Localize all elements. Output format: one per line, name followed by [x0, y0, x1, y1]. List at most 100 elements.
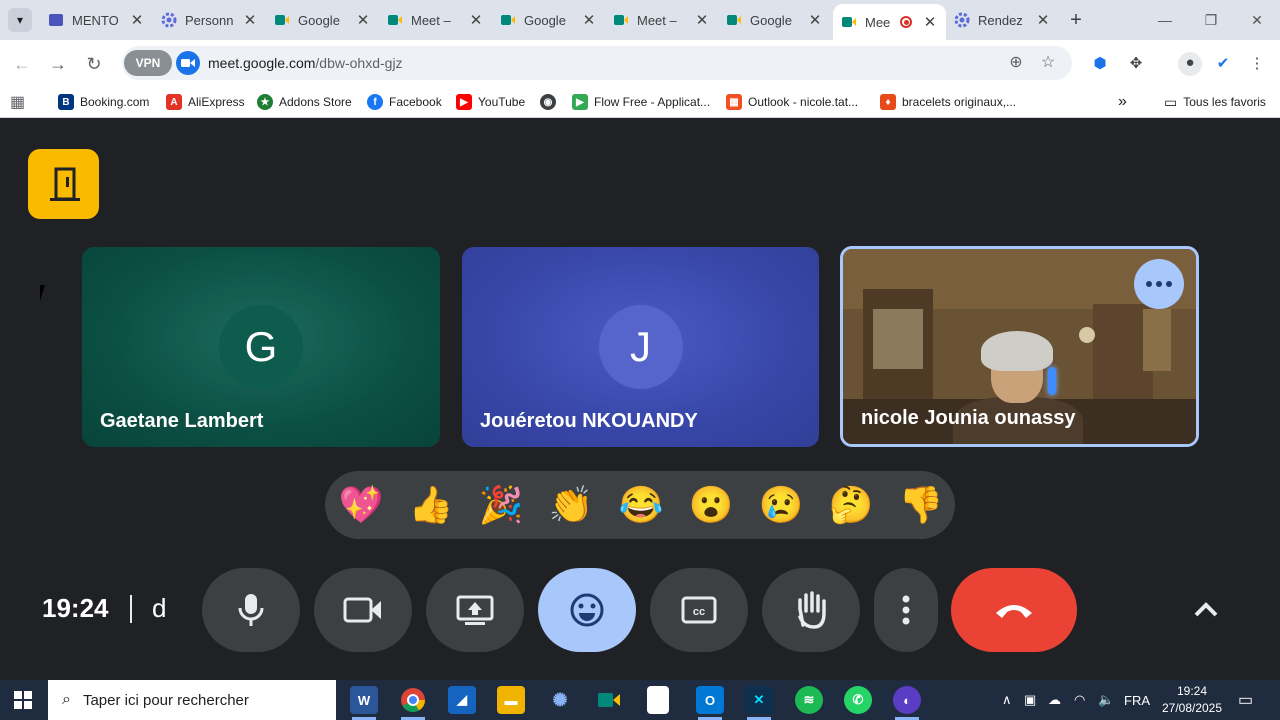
chevron-up-icon[interactable]: [1190, 597, 1222, 621]
tab-5[interactable]: Google ✕: [492, 4, 605, 36]
reaction-party[interactable]: 🎉: [477, 481, 525, 529]
spotify-icon[interactable]: ≋: [795, 686, 823, 714]
gear-icon[interactable]: ✺: [546, 686, 574, 714]
file-explorer-icon[interactable]: ▬: [497, 686, 525, 714]
bookmark-flow-free[interactable]: ▶ Flow Free - Applicat...: [572, 92, 710, 112]
close-icon[interactable]: ✕: [468, 11, 484, 29]
address-bar[interactable]: VPN meet.google.com/dbw-ohxd-gjz ⊕ ☆: [122, 46, 1072, 80]
tab-active-meet[interactable]: Mee ✕: [833, 4, 946, 40]
tab-search-chevron-icon[interactable]: ▾: [8, 8, 32, 32]
reaction-laugh[interactable]: 😂: [617, 481, 665, 529]
close-icon[interactable]: ✕: [694, 11, 710, 29]
forward-arrow-icon[interactable]: →: [46, 52, 70, 76]
vpn-badge[interactable]: VPN: [124, 50, 172, 76]
participant-tile-joueretou[interactable]: J Jouéretou NKOUANDY: [462, 247, 819, 447]
raise-hand-button[interactable]: [762, 568, 860, 652]
restore-icon[interactable]: ❐: [1188, 8, 1234, 32]
reaction-thumbs-up[interactable]: 👍: [407, 481, 455, 529]
all-bookmarks[interactable]: ▭ Tous les favoris: [1164, 92, 1266, 112]
bookmark-aliexpress[interactable]: A AliExpress: [166, 92, 245, 112]
notifications-icon[interactable]: ▭: [1238, 680, 1253, 720]
bookmark-addons-store[interactable]: ★ Addons Store: [257, 92, 352, 112]
tab-9[interactable]: Rendez ✕: [946, 4, 1059, 36]
meeting-clock: 19:24: [42, 593, 109, 623]
bookmark-booking[interactable]: B Booking.com: [58, 92, 149, 112]
reload-icon[interactable]: ↻: [82, 52, 106, 76]
document-icon[interactable]: [647, 686, 669, 714]
microphone-button[interactable]: [202, 568, 300, 652]
bookmark-youtube[interactable]: ▶ YouTube: [456, 92, 525, 112]
more-options-button[interactable]: [874, 568, 938, 652]
window-close-icon[interactable]: ✕: [1234, 8, 1280, 32]
reaction-thumbs-down[interactable]: 👎: [897, 481, 945, 529]
windows-start-icon[interactable]: [14, 691, 32, 709]
tab-4[interactable]: Meet – ✕: [379, 4, 492, 36]
headset-light: [1048, 367, 1056, 395]
word-icon[interactable]: W: [350, 686, 378, 720]
speaker-icon[interactable]: 🔈: [1098, 680, 1114, 720]
participant-name: nicole Jounia ounassy: [861, 407, 1076, 429]
extensions-icon[interactable]: ✥: [1125, 53, 1147, 75]
show-hidden-icons[interactable]: ∧: [1002, 680, 1012, 720]
capcut-icon[interactable]: ✕: [745, 686, 773, 720]
participant-tile-gaetane[interactable]: G Gaetane Lambert: [82, 247, 440, 447]
tab-title: Meet –: [637, 12, 677, 28]
leave-call-button[interactable]: [951, 568, 1077, 652]
browser-app-icon[interactable]: ◐: [893, 686, 921, 720]
close-icon[interactable]: ✕: [807, 11, 823, 29]
close-icon[interactable]: ✕: [581, 11, 597, 29]
close-icon[interactable]: ✕: [242, 11, 258, 29]
taskbar-search[interactable]: ⌕ Taper ici pour rechercher: [48, 680, 336, 720]
tab-1[interactable]: MENTO ✕: [40, 4, 153, 36]
more-options-button[interactable]: [1134, 259, 1184, 309]
tab-3[interactable]: Google ✕: [266, 4, 379, 36]
language-indicator[interactable]: FRA: [1124, 680, 1150, 720]
reaction-crying[interactable]: 😢: [757, 481, 805, 529]
system-clock[interactable]: 19:24 27/08/2025: [1152, 683, 1232, 717]
outlook-icon[interactable]: O: [696, 686, 724, 720]
close-icon[interactable]: ✕: [922, 13, 938, 31]
reaction-heart[interactable]: 💖: [337, 481, 385, 529]
close-icon[interactable]: ✕: [1035, 11, 1051, 29]
play-store-icon: ▶: [572, 94, 588, 110]
bookmark-globe[interactable]: ◉: [540, 92, 562, 112]
minimize-icon[interactable]: —: [1142, 8, 1188, 32]
close-icon[interactable]: ✕: [355, 11, 371, 29]
tab-7[interactable]: Google ✕: [718, 4, 831, 36]
cloud-icon[interactable]: ☁: [1048, 680, 1061, 720]
reaction-clap[interactable]: 👏: [547, 481, 595, 529]
whatsapp-icon[interactable]: ✆: [844, 686, 872, 714]
vpn-shield-icon[interactable]: ✔: [1212, 53, 1234, 75]
bookmark-outlook[interactable]: ▦ Outlook - nicole.tat...: [726, 92, 858, 112]
new-tab-button[interactable]: +: [1066, 8, 1086, 32]
tab-2[interactable]: Personn ✕: [153, 4, 266, 36]
star-icon[interactable]: ☆: [1038, 53, 1058, 73]
present-screen-button[interactable]: [426, 568, 524, 652]
close-icon[interactable]: ✕: [129, 11, 145, 29]
more-bookmarks-icon[interactable]: »: [1118, 92, 1127, 112]
tab-6[interactable]: Meet – ✕: [605, 4, 718, 36]
back-arrow-icon[interactable]: ←: [10, 52, 34, 76]
display-icon[interactable]: ▣: [1024, 680, 1036, 720]
bookmark-facebook[interactable]: f Facebook: [367, 92, 442, 112]
apps-grid-icon[interactable]: ▦: [10, 92, 25, 112]
shield-lock-icon[interactable]: ⬢: [1089, 53, 1111, 75]
reaction-thinking[interactable]: 🤔: [827, 481, 875, 529]
kebab-menu-icon[interactable]: ⋮: [1246, 53, 1268, 75]
camera-button[interactable]: [314, 568, 412, 652]
chrome-icon[interactable]: [399, 686, 427, 720]
wifi-icon[interactable]: ◠: [1074, 680, 1085, 720]
zoom-icon[interactable]: ⊕: [1006, 53, 1026, 73]
windows-taskbar: ⌕ Taper ici pour rechercher W ◢ ▬ ✺ O ✕ …: [0, 680, 1280, 720]
camera-icon[interactable]: [176, 51, 200, 75]
participant-tile-nicole[interactable]: nicole Jounia ounassy: [840, 246, 1199, 447]
stocks-app-icon[interactable]: ◢: [448, 686, 476, 714]
captions-button[interactable]: cc: [650, 568, 748, 652]
meet-icon[interactable]: [595, 686, 623, 714]
bookmark-bracelets[interactable]: ♦ bracelets originaux,...: [880, 92, 1016, 112]
reaction-surprised[interactable]: 😮: [687, 481, 735, 529]
reactions-button[interactable]: [538, 568, 636, 652]
meet-stage: G Gaetane Lambert J Jouéretou NKOUANDY n…: [0, 119, 1280, 680]
companion-mode-button[interactable]: [28, 149, 99, 219]
profile-avatar-icon[interactable]: ●: [1178, 52, 1202, 76]
